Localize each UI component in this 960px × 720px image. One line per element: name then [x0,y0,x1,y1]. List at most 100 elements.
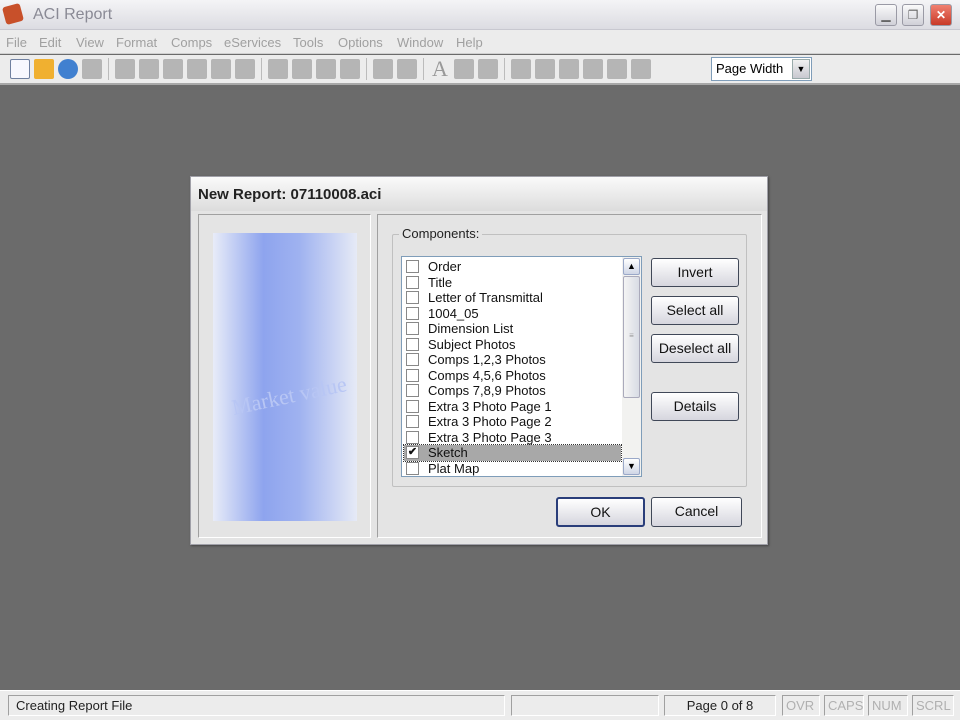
list-item[interactable]: Title [404,275,621,291]
menu-tools[interactable]: Tools [293,35,323,50]
checkbox[interactable] [406,415,419,429]
checkbox[interactable] [406,291,419,305]
checkbox[interactable] [406,461,419,475]
close-button[interactable]: ✕ [930,4,952,26]
item-label: Plat Map [428,460,480,476]
components-label: Components: [399,226,483,241]
scroll-down-icon[interactable]: ▼ [623,458,640,475]
checkbox[interactable] [406,306,419,320]
tool-icon[interactable] [397,59,417,79]
checkbox[interactable] [406,337,419,351]
search-icon[interactable] [187,59,207,79]
menu-options[interactable]: Options [338,35,383,50]
tool-icon[interactable] [631,59,651,79]
preview-icon[interactable] [58,59,78,79]
scroll-thumb[interactable]: ≡ [623,276,640,398]
item-label: Extra 3 Photo Page 3 [428,429,552,445]
invert-button[interactable]: Invert [651,258,739,287]
menu-format[interactable]: Format [116,35,157,50]
list-item[interactable]: Plat Map [404,461,621,477]
tool-icon[interactable] [535,59,555,79]
item-label: Letter of Transmittal [428,290,543,306]
toolbar-separator [108,58,109,80]
checkbox[interactable] [406,353,419,367]
tool-icon[interactable] [115,59,135,79]
app-title: ACI Report [33,6,113,23]
paste-icon[interactable] [316,59,336,79]
details-button[interactable]: Details [651,392,739,421]
checkbox[interactable] [406,430,419,444]
list-item[interactable]: Order [404,259,621,275]
status-message: Creating Report File [8,695,505,716]
restore-button[interactable]: ❐ [902,4,924,26]
item-label: Comps 4,5,6 Photos [428,367,546,383]
scrollbar[interactable]: ▲ ≡ ▼ [622,257,641,476]
menu-help[interactable]: Help [456,35,483,50]
minimize-button[interactable]: ▁ [875,4,897,26]
deselect-all-button[interactable]: Deselect all [651,334,739,363]
copy-icon[interactable] [292,59,312,79]
list-item[interactable]: Extra 3 Photo Page 1 [404,399,621,415]
tool-icon[interactable] [583,59,603,79]
list-item[interactable]: Comps 1,2,3 Photos [404,352,621,368]
list-item[interactable]: Subject Photos [404,337,621,353]
status-num: NUM [868,695,908,716]
checkbox[interactable] [406,368,419,382]
text-icon[interactable]: A [430,58,450,80]
scroll-up-icon[interactable]: ▲ [623,258,640,275]
select-all-button[interactable]: Select all [651,296,739,325]
components-list[interactable]: Plat Map ✔ Sketch Extra 3 Photo Page 3 Extra… [401,256,642,477]
chevron-down-icon[interactable]: ▼ [792,59,810,79]
zoom-select[interactable]: Page Width ▼ [711,57,812,81]
menu-edit[interactable]: Edit [39,35,61,50]
menu-window[interactable]: Window [397,35,443,50]
open-icon[interactable] [34,59,54,79]
app-icon[interactable] [1,2,25,26]
tool-icon[interactable] [139,59,159,79]
list-item[interactable]: Extra 3 Photo Page 3 [404,430,621,446]
tool-icon[interactable] [373,59,393,79]
save-icon[interactable] [82,59,102,79]
checkbox[interactable] [406,275,419,289]
tool-icon[interactable] [211,59,231,79]
tool-icon[interactable] [454,59,474,79]
list-item[interactable]: ✔ Sketch [403,444,622,462]
tool-icon[interactable] [163,59,183,79]
menu-file[interactable]: File [6,35,27,50]
item-label: Comps 1,2,3 Photos [428,352,546,368]
undo-icon[interactable] [340,59,360,79]
checkbox[interactable]: ✔ [406,446,419,460]
list-item[interactable]: Letter of Transmittal [404,290,621,306]
pen-icon[interactable] [235,59,255,79]
item-label: Extra 3 Photo Page 1 [428,398,552,414]
list-item[interactable]: Comps 4,5,6 Photos [404,368,621,384]
item-label: Extra 3 Photo Page 2 [428,414,552,430]
tool-icon[interactable] [511,59,531,79]
new-icon[interactable] [10,59,30,79]
tool-icon[interactable] [607,59,627,79]
list-item[interactable]: Comps 7,8,9 Photos [404,383,621,399]
menu-view[interactable]: View [76,35,104,50]
item-label: Comps 7,8,9 Photos [428,383,546,399]
zoom-value: Page Width [716,61,784,76]
tool-icon[interactable] [478,59,498,79]
cancel-button[interactable]: Cancel [651,497,742,527]
title-bar: ACI Report ▁ ❐ ✕ [0,0,960,30]
tool-icon[interactable] [559,59,579,79]
checkbox[interactable] [406,322,419,336]
ok-button[interactable]: OK [556,497,645,527]
list-item[interactable]: Dimension List [404,321,621,337]
status-ovr: OVR [782,695,820,716]
checkbox[interactable] [406,399,419,413]
checkbox[interactable] [406,384,419,398]
item-label: Sketch [428,445,468,461]
menu-comps[interactable]: Comps [171,35,212,50]
toolbar: A [0,55,960,85]
list-item[interactable]: 1004_05 [404,306,621,322]
menu-eservices[interactable]: eServices [224,35,281,50]
item-label: Subject Photos [428,336,516,352]
checkbox[interactable] [406,260,419,274]
art-text: Market value [229,371,349,420]
list-item[interactable]: Extra 3 Photo Page 2 [404,414,621,430]
cut-icon[interactable] [268,59,288,79]
